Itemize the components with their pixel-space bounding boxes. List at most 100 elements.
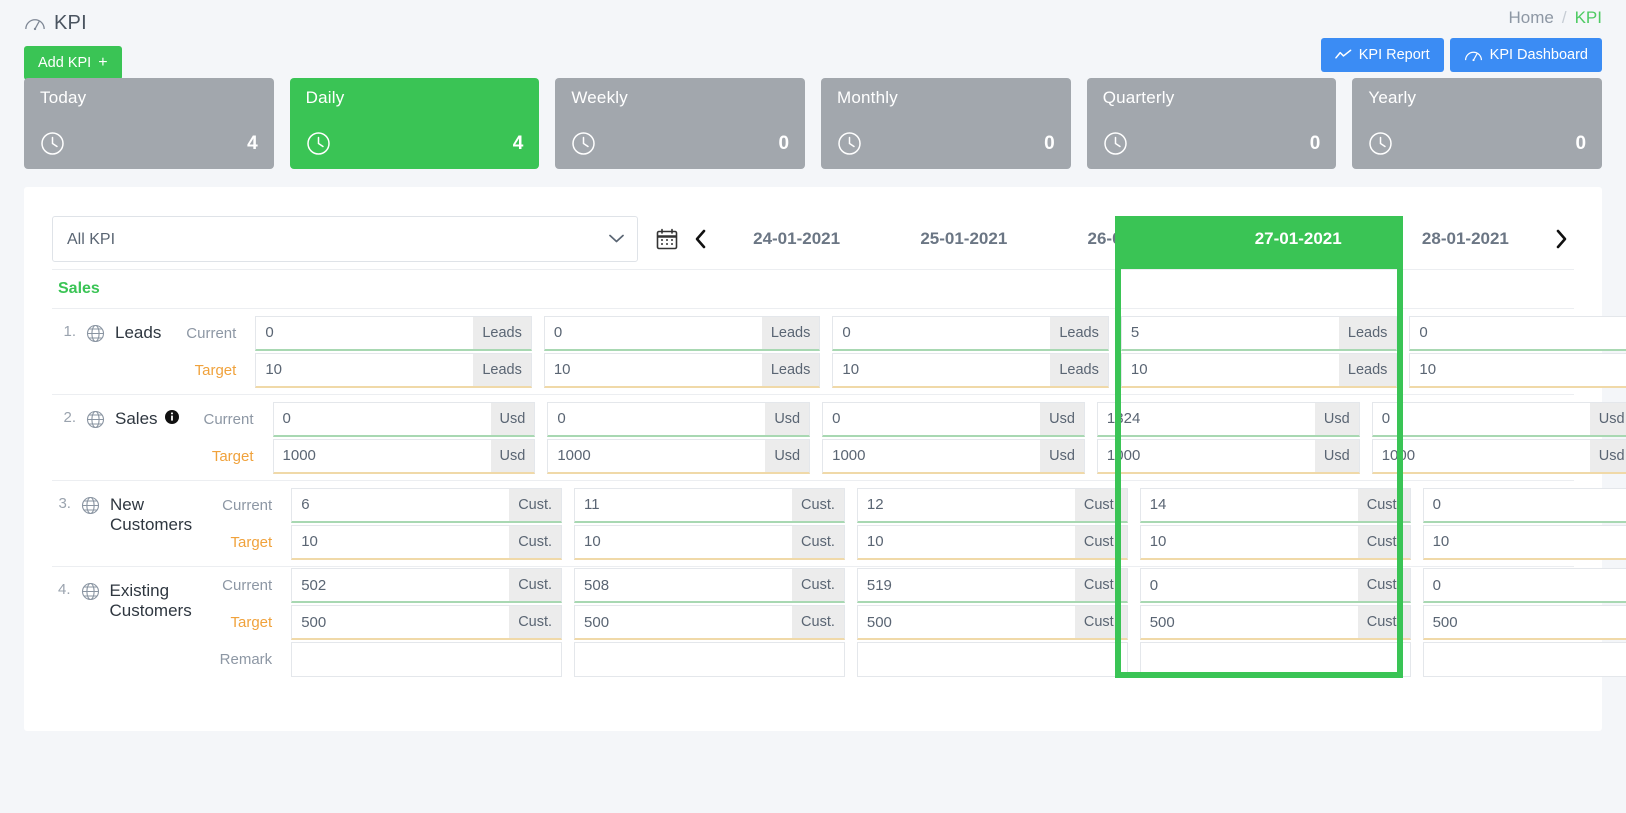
date-column-header[interactable]: 25-01-2021 <box>880 216 1047 262</box>
input-group: Leads <box>1120 315 1398 351</box>
existing-customers-current-input[interactable] <box>1422 568 1626 603</box>
stat-card-daily[interactable]: Daily 4 <box>289 78 540 169</box>
date-column-header[interactable]: 24-01-2021 <box>713 216 880 262</box>
sales-current-input[interactable] <box>1371 401 1590 437</box>
input-group: Cust. <box>1139 605 1411 640</box>
kpi-label[interactable]: Leads <box>115 323 161 343</box>
unit-label: Leads <box>761 352 821 388</box>
input-group: Cust. <box>1139 568 1411 603</box>
leads-current-input[interactable] <box>1409 315 1626 351</box>
unit-label: Usd <box>1314 438 1360 474</box>
existing-customers-current-input[interactable] <box>291 568 510 603</box>
new-customers-target-input[interactable] <box>856 524 1075 560</box>
sales-target-input[interactable] <box>822 438 1041 474</box>
new-customers-current-input[interactable] <box>1422 487 1626 523</box>
sales-current-input[interactable] <box>547 401 766 437</box>
kpi-dashboard-button[interactable]: KPI Dashboard <box>1449 38 1602 72</box>
sales-target-input[interactable] <box>272 438 491 474</box>
new-customers-current-cell: Cust. <box>851 487 1134 523</box>
page-title-row: KPI <box>24 8 1602 38</box>
sales-target-input[interactable] <box>547 438 766 474</box>
stat-card-yearly[interactable]: Yearly 0 <box>1352 78 1603 169</box>
input-group: Leads <box>543 352 821 388</box>
leads-current-input[interactable] <box>543 315 762 351</box>
new-customers-current-input[interactable] <box>291 487 510 523</box>
input-group: Cust. <box>856 568 1128 603</box>
kpi-fields: CurrentLeadsLeadsLeadsLeadsLeadsTargetLe… <box>161 309 1626 394</box>
target-cells: Leads Leads Leads Leads Leads <box>249 352 1626 388</box>
add-kpi-button[interactable]: Add KPI + <box>24 46 122 80</box>
new-customers-current-input[interactable] <box>574 487 793 523</box>
date-column-header[interactable]: 27-01-2021 <box>1215 216 1382 262</box>
leads-target-input[interactable] <box>832 352 1051 388</box>
existing-customers-target-input[interactable] <box>1422 605 1626 640</box>
existing-customers-target-input[interactable] <box>1139 605 1358 640</box>
input-group: Cust. <box>1139 487 1411 523</box>
leads-current-input[interactable] <box>1120 315 1339 351</box>
unit-label: Cust. <box>1074 487 1128 523</box>
new-customers-target-input[interactable] <box>291 524 510 560</box>
stat-card-weekly[interactable]: Weekly 0 <box>555 78 806 169</box>
kpi-dashboard-label: KPI Dashboard <box>1489 47 1588 63</box>
kpi-row: 2.SalesCurrentUsdUsdUsdUsdUsdTargetUsdUs… <box>52 395 1626 481</box>
new-customers-target-input[interactable] <box>1422 524 1626 560</box>
existing-customers-current-input[interactable] <box>574 568 793 603</box>
new-customers-target-input[interactable] <box>1139 524 1358 560</box>
existing-customers-target-input[interactable] <box>291 605 510 640</box>
sales-current-input[interactable] <box>272 401 491 437</box>
unit-label: Usd <box>1040 438 1085 474</box>
existing-customers-remark-input[interactable] <box>574 642 845 677</box>
next-date-button[interactable] <box>1549 229 1574 249</box>
stat-card-quarterly[interactable]: Quarterly 0 <box>1086 78 1337 169</box>
kpi-filter-select[interactable]: All KPI <box>52 216 638 262</box>
sales-current-input[interactable] <box>822 401 1041 437</box>
calendar-icon[interactable] <box>656 228 678 250</box>
input-group: Usd <box>822 401 1085 437</box>
existing-customers-current-input[interactable] <box>1139 568 1358 603</box>
prev-date-button[interactable] <box>688 229 713 249</box>
stat-card-monthly[interactable]: Monthly 0 <box>821 78 1071 169</box>
sales-target-input[interactable] <box>1371 438 1590 474</box>
leads-target-input[interactable] <box>543 352 762 388</box>
kpi-report-button[interactable]: KPI Report <box>1320 38 1444 72</box>
existing-customers-remark-input[interactable] <box>1422 642 1626 677</box>
globe-icon <box>86 323 105 348</box>
leads-current-cell: Leads <box>826 315 1115 351</box>
stat-card-today[interactable]: Today 4 <box>24 78 274 169</box>
kpi-label[interactable]: Sales <box>115 409 179 429</box>
info-icon[interactable] <box>164 409 179 429</box>
unit-label: Cust. <box>1357 487 1411 523</box>
input-group: Usd <box>1096 438 1360 474</box>
existing-customers-remark-input[interactable] <box>856 642 1128 677</box>
leads-target-input[interactable] <box>1409 352 1626 388</box>
existing-customers-current-cell: Cust. <box>1417 568 1626 603</box>
leads-current-cell: Leads <box>1115 315 1404 351</box>
sales-target-input[interactable] <box>1096 438 1315 474</box>
leads-current-input[interactable] <box>832 315 1051 351</box>
kpi-row: 3.New CustomersCurrentCust.Cust.Cust.Cus… <box>52 481 1626 567</box>
leads-target-input[interactable] <box>1120 352 1339 388</box>
existing-customers-target-input[interactable] <box>856 605 1075 640</box>
date-column-header[interactable]: 28-01-2021 <box>1382 216 1549 262</box>
stat-card-value: 0 <box>1044 132 1055 154</box>
sales-current-input[interactable] <box>1096 401 1315 437</box>
existing-customers-remark-input[interactable] <box>291 642 563 677</box>
leads-current-cell: Leads <box>538 315 827 351</box>
new-customers-current-input[interactable] <box>856 487 1075 523</box>
unit-label: Leads <box>1050 352 1109 388</box>
stat-card-bottom: 0 <box>837 131 1055 156</box>
existing-customers-remark-input[interactable] <box>1139 642 1411 677</box>
new-customers-target-cell: Cust. <box>285 524 568 560</box>
kpi-label[interactable]: New Customers <box>110 495 197 535</box>
new-customers-current-input[interactable] <box>1139 487 1358 523</box>
new-customers-target-input[interactable] <box>574 524 793 560</box>
breadcrumb-home[interactable]: Home <box>1509 8 1554 28</box>
existing-customers-current-input[interactable] <box>856 568 1075 603</box>
leads-current-input[interactable] <box>255 315 474 351</box>
existing-customers-target-input[interactable] <box>574 605 793 640</box>
input-group: Cust. <box>856 487 1128 523</box>
input-group: Cust. <box>574 568 845 603</box>
existing-customers-remark-cell <box>851 642 1134 677</box>
leads-target-input[interactable] <box>255 352 474 388</box>
kpi-label[interactable]: Existing Customers <box>110 581 198 621</box>
